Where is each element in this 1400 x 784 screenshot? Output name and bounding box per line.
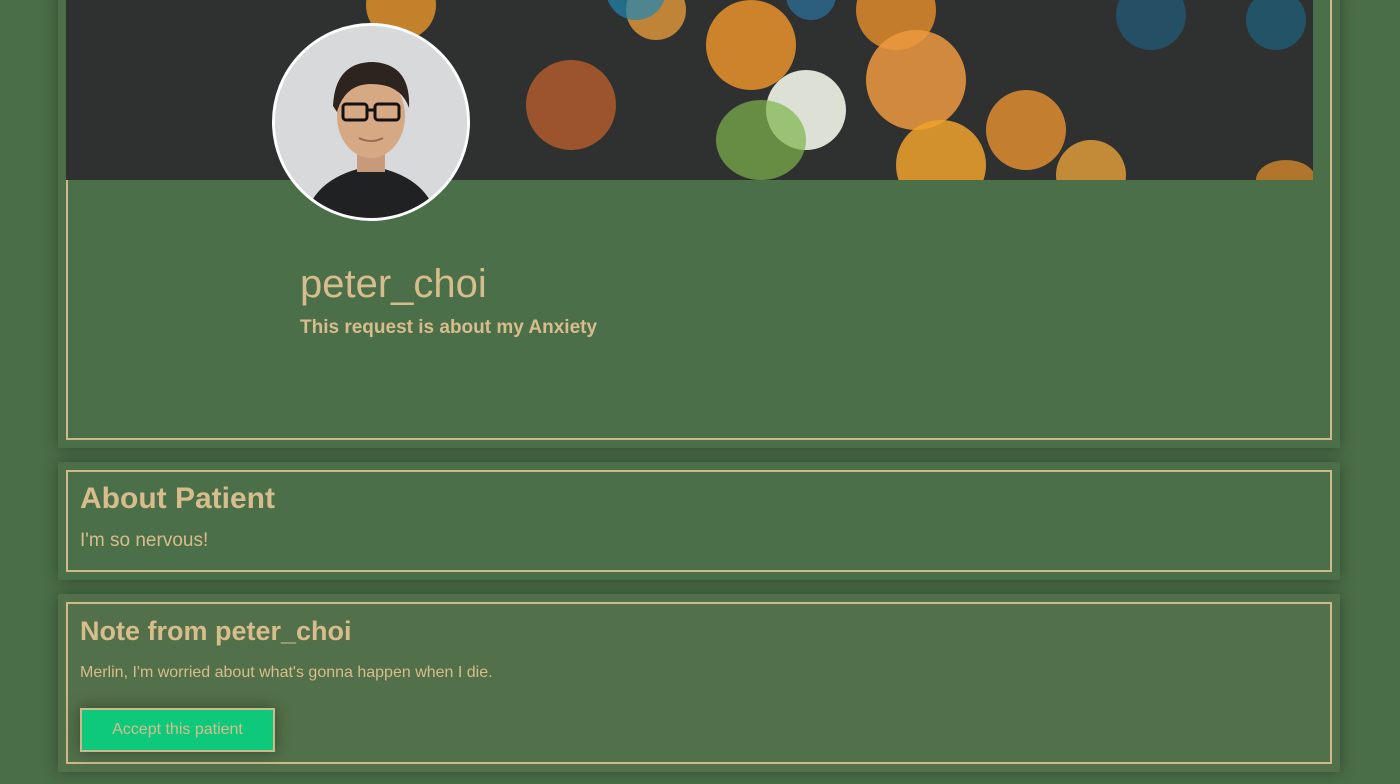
profile-card: peter_choi This request is about my Anxi… (58, 0, 1340, 448)
about-patient-card: About Patient I'm so nervous! (58, 462, 1340, 580)
request-topic: This request is about my Anxiety (300, 317, 598, 338)
accept-patient-button[interactable]: Accept this patient (80, 708, 275, 752)
cover-banner-image (66, 0, 1313, 180)
note-text: Merlin, I'm worried about what's gonna h… (80, 664, 493, 681)
about-patient-title: About Patient (80, 482, 275, 515)
note-title: Note from peter_choi (80, 616, 352, 646)
note-card-border: Note from peter_choi Merlin, I'm worried… (66, 602, 1332, 764)
about-patient-text: I'm so nervous! (80, 530, 209, 551)
profile-username: peter_choi (300, 262, 487, 306)
avatar (272, 23, 470, 221)
note-card: Note from peter_choi Merlin, I'm worried… (58, 594, 1340, 772)
about-card-border: About Patient I'm so nervous! (66, 470, 1332, 572)
